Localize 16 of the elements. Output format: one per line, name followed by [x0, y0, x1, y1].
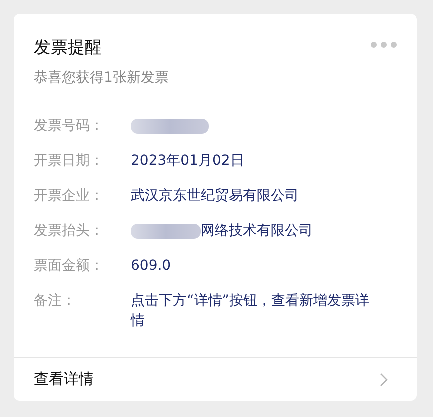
field-label: 开票日期：	[34, 152, 105, 171]
field-value: 2023年01月02日	[131, 152, 244, 171]
card-subtitle: 恭喜您获得1张新发票	[33, 69, 170, 88]
field-value: 609.0	[131, 257, 172, 276]
field-label: 开票企业：	[34, 187, 105, 206]
field-value: 武汉京东世纪贸易有限公司	[131, 187, 299, 206]
more-icon[interactable]	[371, 42, 397, 48]
chevron-right-icon	[380, 372, 388, 386]
card-title: 发票提醒	[34, 37, 102, 60]
field-label: 备注：	[34, 292, 77, 311]
details-link[interactable]: 查看详情	[14, 357, 417, 401]
field-value: 点击下方“详情”按钮，查看新增发票详情	[131, 292, 371, 331]
field-label: 发票号码：	[34, 117, 105, 136]
field-label: 发票抬头：	[34, 222, 105, 241]
field-label: 票面金额：	[34, 257, 105, 276]
field-value: 网络技术有限公司	[201, 222, 313, 241]
